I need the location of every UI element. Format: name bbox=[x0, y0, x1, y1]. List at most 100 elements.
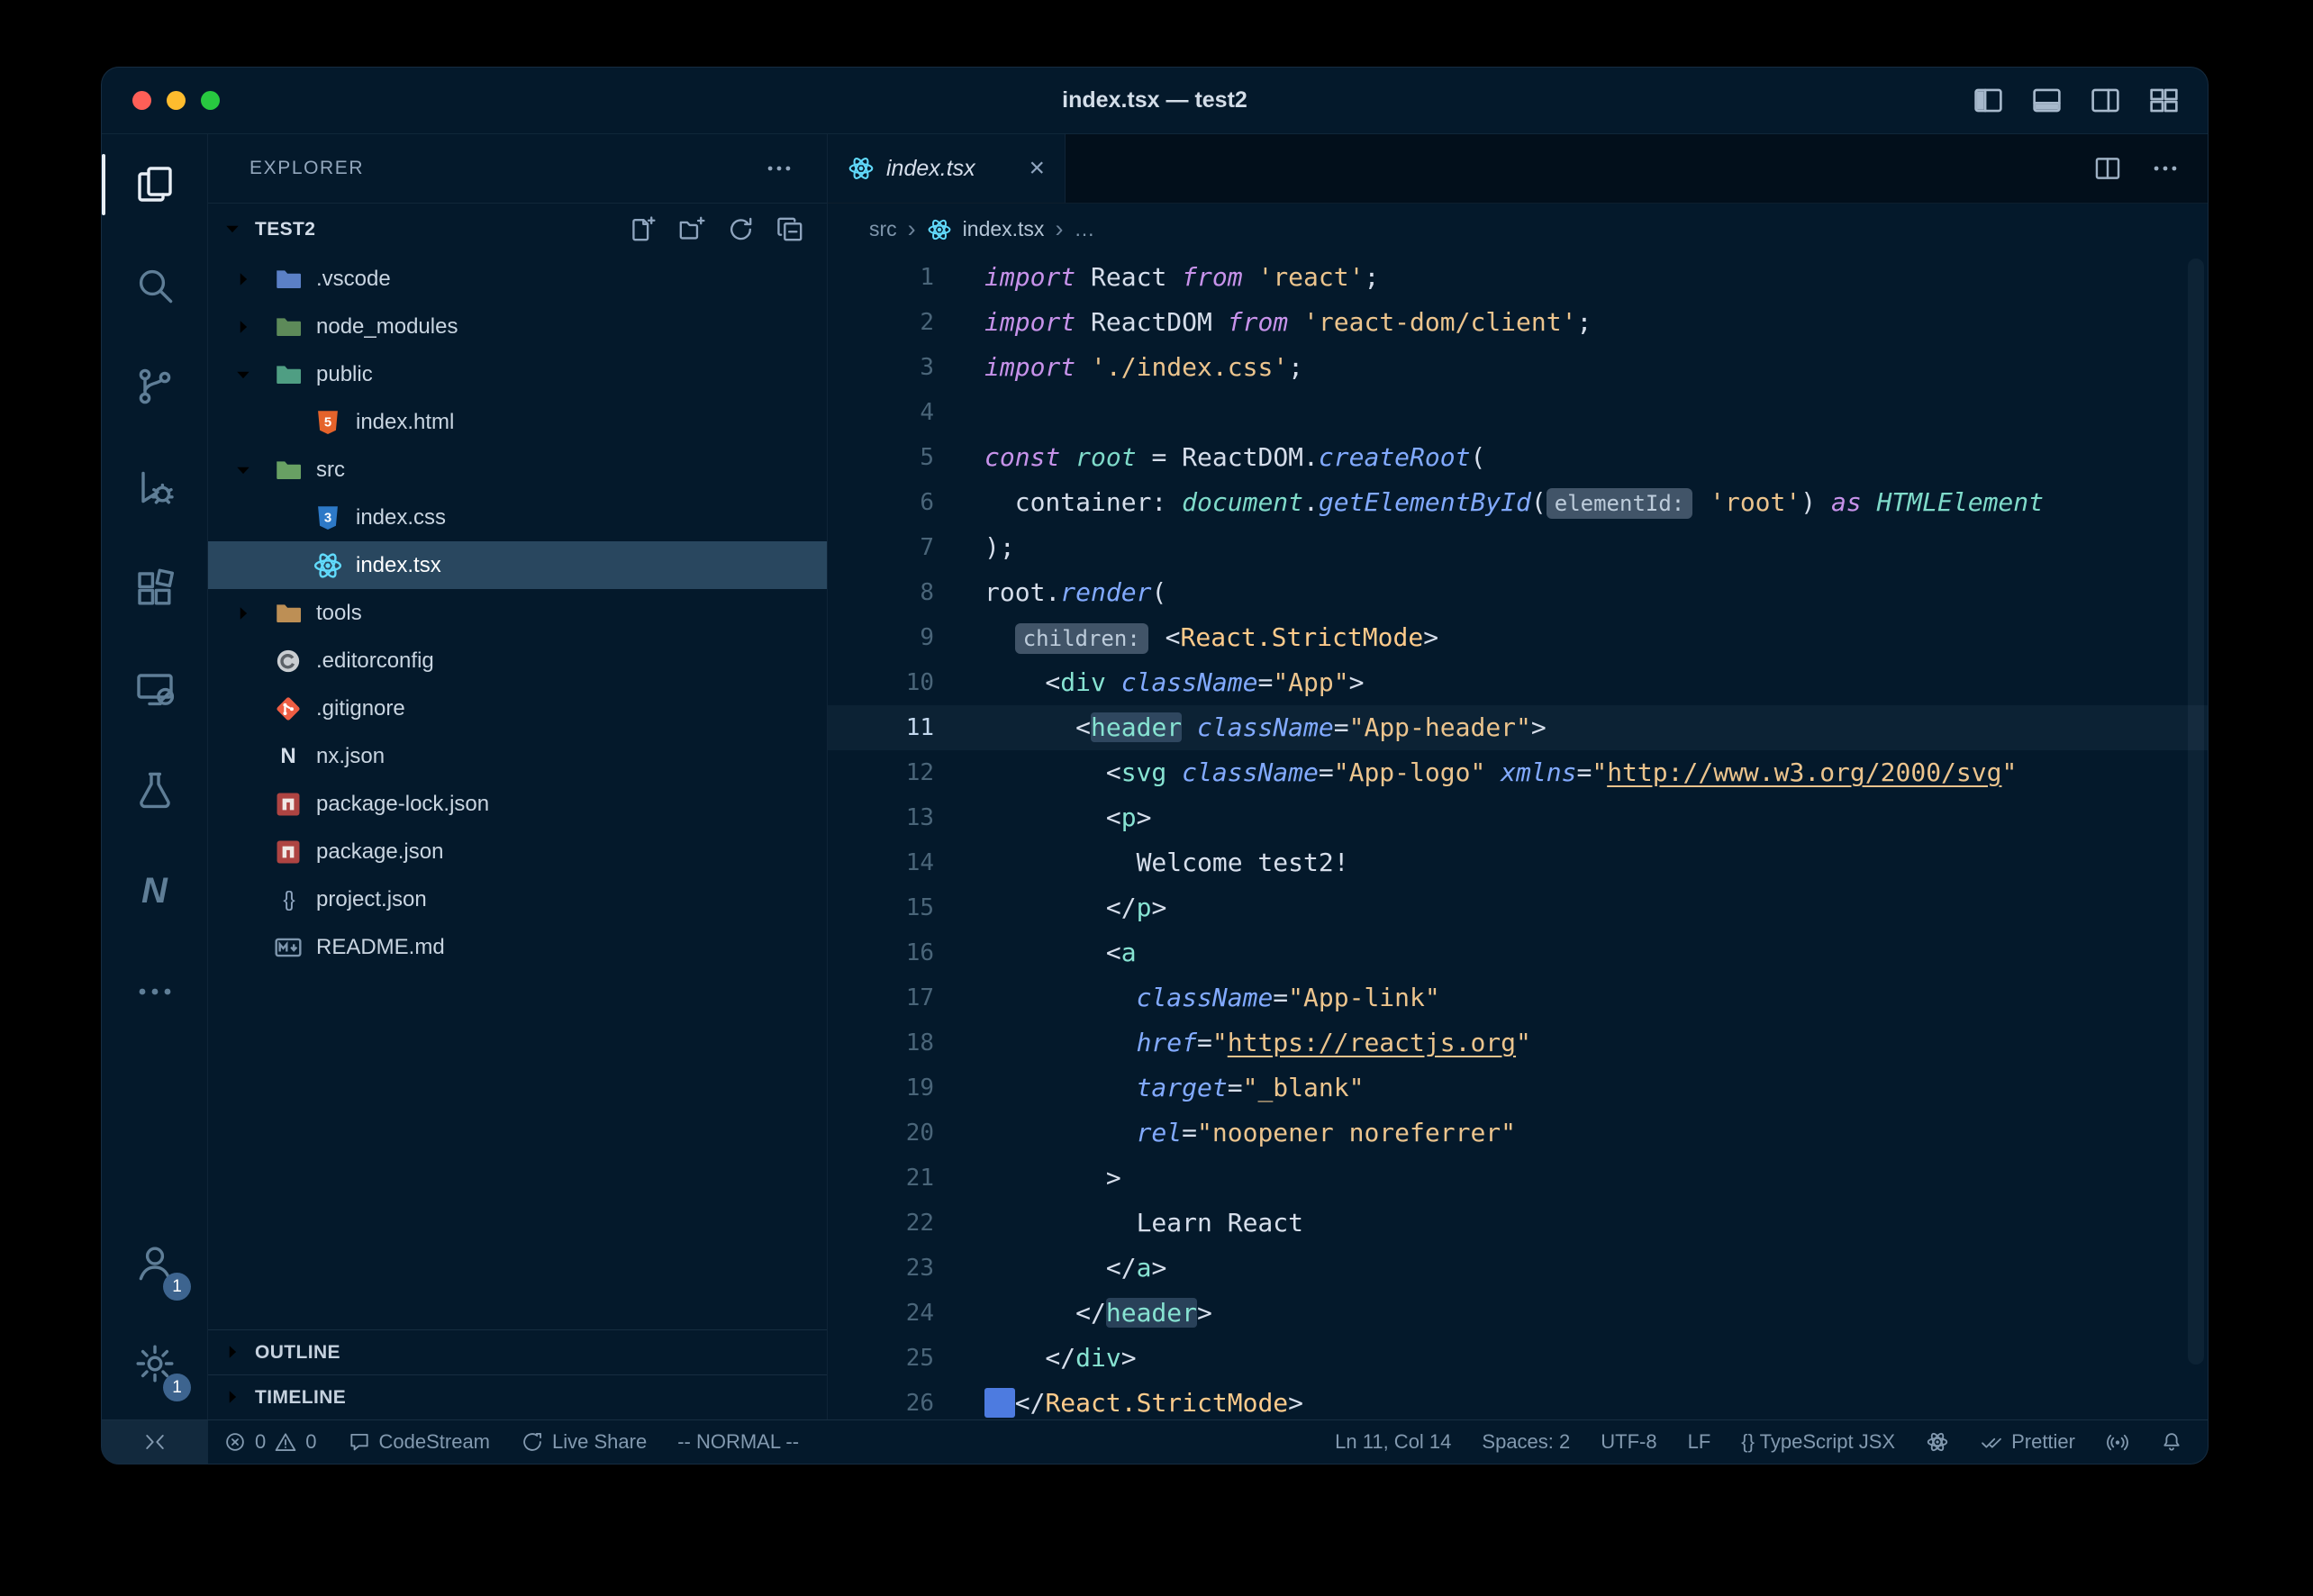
close-window-button[interactable] bbox=[132, 91, 151, 110]
explorer-section-header[interactable]: TEST2 bbox=[208, 204, 827, 255]
line-content: </a> bbox=[934, 1246, 1166, 1291]
activity-nx-console[interactable]: N bbox=[102, 840, 207, 941]
code-line-12[interactable]: 12 <svg className="App-logo" xmlns="http… bbox=[828, 750, 2208, 795]
close-tab-icon[interactable]: × bbox=[1029, 155, 1045, 182]
code-line-6[interactable]: 6 container: document.getElementById(ele… bbox=[828, 480, 2208, 525]
code-line-26[interactable]: 26 </React.StrictMode> bbox=[828, 1381, 2208, 1419]
breadcrumb-folder[interactable]: src bbox=[869, 217, 897, 241]
tree-item-package-lock.json[interactable]: package-lock.json bbox=[208, 780, 827, 828]
activity-extensions[interactable] bbox=[102, 538, 207, 639]
code-line-15[interactable]: 15 </p> bbox=[828, 885, 2208, 930]
status-encoding[interactable]: UTF-8 bbox=[1585, 1420, 1672, 1464]
tree-item-index.css[interactable]: 3index.css bbox=[208, 494, 827, 541]
activity-remote-explorer[interactable] bbox=[102, 639, 207, 739]
activity-search[interactable] bbox=[102, 235, 207, 336]
code-line-14[interactable]: 14 Welcome test2! bbox=[828, 840, 2208, 885]
new-file-icon[interactable] bbox=[627, 214, 657, 244]
status-vim-mode[interactable]: -- NORMAL -- bbox=[662, 1420, 814, 1464]
code-line-9[interactable]: 9 children: <React.StrictMode> bbox=[828, 615, 2208, 660]
tree-item-node_modules[interactable]: node_modules bbox=[208, 303, 827, 350]
status-eol[interactable]: LF bbox=[1673, 1420, 1727, 1464]
status-broadcast[interactable] bbox=[2091, 1420, 2145, 1464]
outline-section-header[interactable]: OUTLINE bbox=[208, 1329, 827, 1374]
tree-item-.gitignore[interactable]: .gitignore bbox=[208, 685, 827, 732]
status-live-share[interactable]: Live Share bbox=[505, 1420, 662, 1464]
code-line-11[interactable]: 11 <header className="App-header"> bbox=[828, 705, 2208, 750]
code-line-13[interactable]: 13 <p> bbox=[828, 795, 2208, 840]
status-notifications[interactable] bbox=[2145, 1420, 2199, 1464]
line-content: > bbox=[934, 1156, 1121, 1201]
customize-layout-icon[interactable] bbox=[2147, 84, 2181, 117]
tree-item-project.json[interactable]: {}project.json bbox=[208, 875, 827, 923]
explorer-sidebar: EXPLORER TEST2 .vscodenode_modulespublic… bbox=[208, 134, 828, 1419]
code-line-4[interactable]: 4 bbox=[828, 390, 2208, 435]
tree-item-package.json[interactable]: package.json bbox=[208, 828, 827, 875]
code-line-16[interactable]: 16 <a bbox=[828, 930, 2208, 975]
line-number: 26 bbox=[828, 1381, 934, 1419]
code-line-25[interactable]: 25 </div> bbox=[828, 1336, 2208, 1381]
line-number: 2 bbox=[828, 300, 934, 345]
new-folder-icon[interactable] bbox=[676, 214, 706, 244]
toggle-panel-icon[interactable] bbox=[2030, 84, 2064, 117]
tree-item-.editorconfig[interactable]: .editorconfig bbox=[208, 637, 827, 685]
minimize-window-button[interactable] bbox=[167, 91, 186, 110]
status-cursor-position[interactable]: Ln 11, Col 14 bbox=[1320, 1420, 1466, 1464]
tree-item-tools[interactable]: tools bbox=[208, 589, 827, 637]
code-line-18[interactable]: 18 href="https://reactjs.org" bbox=[828, 1020, 2208, 1066]
activity-more-views[interactable] bbox=[102, 941, 207, 1042]
code-line-23[interactable]: 23 </a> bbox=[828, 1246, 2208, 1291]
code-editor[interactable]: 1import React from 'react';2import React… bbox=[828, 255, 2208, 1419]
split-editor-icon[interactable] bbox=[2092, 153, 2123, 184]
tree-item-.vscode[interactable]: .vscode bbox=[208, 255, 827, 303]
status-prettier[interactable]: Prettier bbox=[1964, 1420, 2091, 1464]
activity-testing[interactable] bbox=[102, 739, 207, 840]
code-line-8[interactable]: 8root.render( bbox=[828, 570, 2208, 615]
tree-item-index.html[interactable]: 5index.html bbox=[208, 398, 827, 446]
activity-source-control[interactable] bbox=[102, 336, 207, 437]
activity-settings[interactable]: 1 bbox=[102, 1313, 207, 1414]
code-line-2[interactable]: 2import ReactDOM from 'react-dom/client'… bbox=[828, 300, 2208, 345]
status-problems[interactable]: 00 bbox=[208, 1420, 332, 1464]
tree-item-public[interactable]: public bbox=[208, 350, 827, 398]
code-line-10[interactable]: 10 <div className="App"> bbox=[828, 660, 2208, 705]
status-remote-indicator[interactable] bbox=[102, 1420, 208, 1464]
tree-item-index.tsx[interactable]: index.tsx bbox=[208, 541, 827, 589]
editor-scrollbar[interactable] bbox=[2188, 258, 2204, 1365]
activity-accounts[interactable]: 1 bbox=[102, 1212, 207, 1313]
code-line-17[interactable]: 17 className="App-link" bbox=[828, 975, 2208, 1020]
code-line-21[interactable]: 21 > bbox=[828, 1156, 2208, 1201]
zoom-window-button[interactable] bbox=[201, 91, 220, 110]
code-line-24[interactable]: 24 </header> bbox=[828, 1291, 2208, 1336]
code-line-7[interactable]: 7); bbox=[828, 525, 2208, 570]
toggle-secondary-sidebar-icon[interactable] bbox=[2089, 84, 2122, 117]
status-codestream[interactable]: CodeStream bbox=[332, 1420, 506, 1464]
titlebar[interactable]: index.tsx — test2 bbox=[102, 68, 2208, 134]
breadcrumb-symbol[interactable]: … bbox=[1074, 217, 1094, 241]
tree-item-src[interactable]: src bbox=[208, 446, 827, 494]
line-number: 19 bbox=[828, 1066, 934, 1111]
collapse-folders-icon[interactable] bbox=[776, 214, 805, 244]
explorer-more-actions-icon[interactable] bbox=[764, 153, 794, 184]
line-number: 10 bbox=[828, 660, 934, 705]
status-language-mode[interactable]: {} TypeScript JSX bbox=[1726, 1420, 1910, 1464]
code-line-1[interactable]: 1import React from 'react'; bbox=[828, 255, 2208, 300]
tab-index-tsx[interactable]: index.tsx × bbox=[828, 134, 1066, 203]
code-line-5[interactable]: 5const root = ReactDOM.createRoot( bbox=[828, 435, 2208, 480]
line-content: import ReactDOM from 'react-dom/client'; bbox=[934, 300, 1592, 345]
breadcrumb-file[interactable]: index.tsx bbox=[963, 217, 1045, 241]
activity-run-and-debug[interactable] bbox=[102, 437, 207, 538]
tree-item-label: index.css bbox=[356, 505, 446, 530]
status-react-status[interactable] bbox=[1910, 1420, 1964, 1464]
tree-item-nx.json[interactable]: Nnx.json bbox=[208, 732, 827, 780]
editor-more-actions-icon[interactable] bbox=[2150, 153, 2181, 184]
code-line-22[interactable]: 22 Learn React bbox=[828, 1201, 2208, 1246]
status-indentation[interactable]: Spaces: 2 bbox=[1466, 1420, 1585, 1464]
activity-explorer[interactable] bbox=[102, 134, 207, 235]
code-line-19[interactable]: 19 target="_blank" bbox=[828, 1066, 2208, 1111]
code-line-3[interactable]: 3import './index.css'; bbox=[828, 345, 2208, 390]
refresh-explorer-icon[interactable] bbox=[726, 214, 756, 244]
toggle-primary-sidebar-icon[interactable] bbox=[1972, 84, 2005, 117]
code-line-20[interactable]: 20 rel="noopener noreferrer" bbox=[828, 1111, 2208, 1156]
timeline-section-header[interactable]: TIMELINE bbox=[208, 1374, 827, 1419]
tree-item-README.md[interactable]: README.md bbox=[208, 923, 827, 971]
